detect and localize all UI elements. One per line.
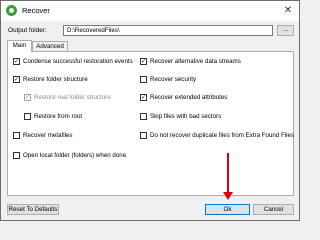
checkbox-condense-events[interactable]: ✓	[13, 58, 20, 65]
cancel-button[interactable]: Cancel	[253, 204, 294, 215]
main-options-panel: ✓ Condense successful restoration events…	[7, 51, 294, 196]
window-title: Recover	[22, 6, 50, 15]
title-bar: Recover ✕	[1, 1, 299, 21]
recover-dialog: Recover ✕ Output folder: D:\RecoveredFil…	[0, 0, 300, 221]
close-icon[interactable]: ✕	[277, 1, 299, 21]
checkbox-recover-extended-attributes[interactable]: ✓	[140, 94, 147, 101]
checkbox-skip-bad-sectors[interactable]	[140, 113, 147, 120]
checkbox-open-local-folder[interactable]	[13, 152, 20, 159]
checkbox-no-duplicate-files[interactable]	[140, 132, 147, 139]
checkbox-restore-folder-structure[interactable]: ✓	[13, 76, 20, 83]
ok-button[interactable]: Ok	[205, 204, 250, 215]
checkbox-recover-metafiles[interactable]	[13, 132, 20, 139]
checkbox-recover-ads[interactable]: ✓	[140, 58, 147, 65]
annotation-arrow-head	[223, 192, 233, 200]
output-folder-label: Output folder:	[8, 27, 47, 34]
checkbox-restore-real-folder-structure[interactable]: ✓	[24, 94, 31, 101]
checkbox-recover-security[interactable]	[140, 76, 147, 83]
reset-defaults-button[interactable]: Reset To Defaults	[7, 204, 59, 215]
tab-main[interactable]: Main	[7, 40, 32, 52]
app-logo-icon	[6, 5, 17, 16]
browse-button[interactable]: ...	[277, 25, 294, 36]
checkbox-restore-from-root[interactable]	[24, 113, 31, 120]
output-folder-input[interactable]: D:\RecoveredFiles\	[63, 25, 273, 36]
annotation-arrow	[227, 153, 229, 193]
